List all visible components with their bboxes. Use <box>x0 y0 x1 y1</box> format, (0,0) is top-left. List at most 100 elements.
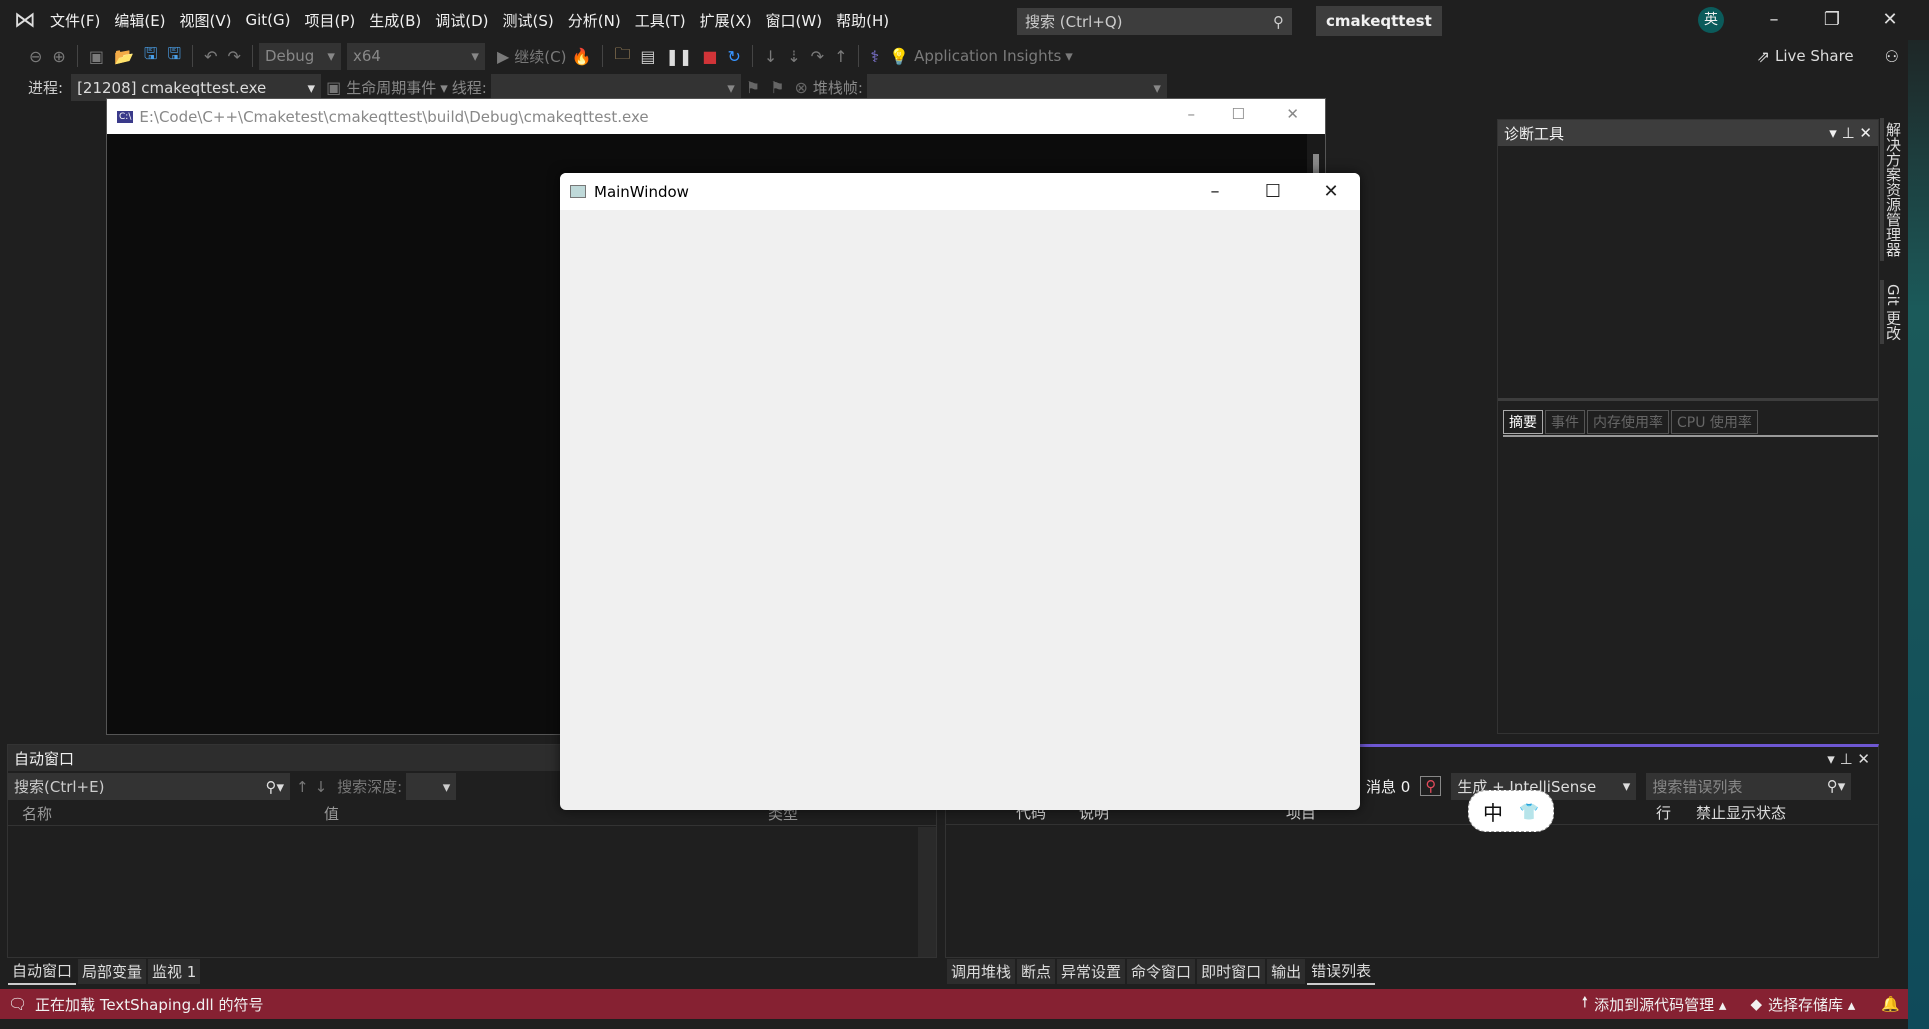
tab-events[interactable]: 事件 <box>1545 410 1585 434</box>
filter-icon[interactable]: ⚲ <box>1420 776 1442 796</box>
restart-icon[interactable]: ↻ <box>727 47 740 66</box>
tab-cpu[interactable]: CPU 使用率 <box>1671 410 1758 434</box>
undo-icon[interactable]: ↶ <box>204 47 217 66</box>
mainwindow-close-button[interactable]: ✕ <box>1302 173 1360 210</box>
ime-language-indicator[interactable]: 英 <box>1698 7 1724 33</box>
redo-icon[interactable]: ↷ <box>228 47 241 66</box>
ime-mode[interactable]: 中 <box>1483 797 1503 826</box>
thread-select[interactable]: ▾ <box>490 74 741 101</box>
menu-extensions[interactable]: 扩展(X) <box>700 10 752 31</box>
messages-filter[interactable]: 消息 0 <box>1366 776 1410 797</box>
tab-error-list[interactable]: 错误列表 <box>1307 958 1376 985</box>
column-value[interactable]: 值 <box>324 803 339 824</box>
menu-project[interactable]: 项目(P) <box>305 10 356 31</box>
console-minimize-button[interactable]: – <box>1188 105 1196 123</box>
stop-icon[interactable]: ■ <box>702 47 717 66</box>
tab-summary[interactable]: 摘要 <box>1503 410 1543 434</box>
menu-edit[interactable]: 编辑(E) <box>114 10 165 31</box>
pin-icon[interactable]: ⊥ <box>1840 750 1853 768</box>
menu-test[interactable]: 测试(S) <box>503 10 554 31</box>
menu-view[interactable]: 视图(V) <box>180 10 232 31</box>
notifications-icon[interactable]: 🔔 <box>1881 995 1900 1013</box>
menu-build[interactable]: 生成(B) <box>369 10 421 31</box>
platform-select[interactable]: x64 ▾ <box>346 42 485 70</box>
new-project-icon[interactable]: ▣ <box>89 47 104 66</box>
step-into-icon[interactable]: ↓ <box>764 47 777 66</box>
vertical-scrollbar[interactable] <box>918 827 936 957</box>
live-share-button[interactable]: Live Share <box>1775 47 1854 65</box>
menu-git[interactable]: Git(G) <box>246 11 291 29</box>
menu-help[interactable]: 帮助(H) <box>836 10 889 31</box>
console-maximize-button[interactable]: ☐ <box>1232 105 1245 123</box>
close-icon[interactable]: ✕ <box>1859 124 1872 142</box>
find-in-files-icon[interactable]: 🗀 <box>614 43 630 70</box>
continue-button[interactable]: 继续(C) <box>514 46 566 67</box>
debug-location-toolbar: 进程: [21208] cmakeqttest.exe ▾ ▣ 生命周期事件 ▾ 线… <box>0 74 1929 101</box>
tab-command-window[interactable]: 命令窗口 <box>1127 959 1196 984</box>
forward-icon[interactable]: ⊕ <box>52 47 65 66</box>
column-suppression[interactable]: 禁止显示状态 <box>1696 802 1786 823</box>
menu-file[interactable]: 文件(F) <box>50 10 100 31</box>
console-close-button[interactable]: ✕ <box>1286 105 1299 123</box>
thread-label: 线程: <box>451 79 487 97</box>
menu-window[interactable]: 窗口(W) <box>766 10 823 31</box>
diagnostics-icon[interactable]: ⚕ <box>870 47 879 66</box>
search-depth-select[interactable]: ▾ <box>406 773 457 800</box>
tab-immediate-window[interactable]: 即时窗口 <box>1197 959 1266 984</box>
solution-explorer-tab[interactable]: 解决方案资源管理器 <box>1880 118 1902 261</box>
stack-frame-select[interactable]: ▾ <box>866 74 1167 101</box>
flag-threads-icon[interactable]: ⚑ <box>770 78 784 97</box>
global-search-input[interactable]: 搜索 (Ctrl+Q) ⚲ <box>1017 8 1292 35</box>
autos-search-input[interactable]: 搜索(Ctrl+E) ⚲▾ <box>8 773 290 800</box>
select-repository-button[interactable]: 选择存储库 ▴ <box>1768 994 1855 1015</box>
qt-main-window[interactable]: MainWindow – ☐ ✕ <box>560 173 1360 810</box>
tab-call-stack[interactable]: 调用堆栈 <box>947 959 1016 984</box>
tab-output[interactable]: 输出 <box>1267 959 1306 984</box>
mainwindow-minimize-button[interactable]: – <box>1186 173 1244 210</box>
tab-memory[interactable]: 内存使用率 <box>1587 410 1669 434</box>
configuration-select[interactable]: Debug ▾ <box>258 42 341 70</box>
save-all-icon[interactable]: 🖫 <box>168 43 182 70</box>
hot-reload-icon[interactable]: 🔥 <box>571 47 591 66</box>
hide-frames-icon[interactable]: ⊗ <box>794 78 807 97</box>
close-button[interactable]: ✕ <box>1870 6 1910 34</box>
menu-tools[interactable]: 工具(T) <box>635 10 686 31</box>
restore-button[interactable]: ❐ <box>1812 6 1852 34</box>
tab-autos[interactable]: 自动窗口 <box>8 958 77 985</box>
ime-toolbar[interactable]: 中 👕 <box>1468 790 1554 832</box>
mainwindow-maximize-button[interactable]: ☐ <box>1244 173 1302 210</box>
column-name[interactable]: 名称 <box>22 803 52 824</box>
tab-breakpoints[interactable]: 断点 <box>1017 959 1056 984</box>
close-icon[interactable]: ✕ <box>1857 750 1870 768</box>
error-search-input[interactable]: 搜索错误列表 ⚲▾ <box>1646 772 1852 800</box>
search-down-icon[interactable]: ↓ <box>315 778 328 796</box>
git-changes-tab[interactable]: Git 更改 <box>1880 279 1902 345</box>
pause-icon[interactable]: ❚❚ <box>666 47 693 66</box>
save-icon[interactable]: 🖫 <box>144 43 158 70</box>
menu-analyze[interactable]: 分析(N) <box>568 10 621 31</box>
minimize-button[interactable]: – <box>1754 6 1794 34</box>
step-out-icon[interactable]: ↷ <box>811 47 824 66</box>
back-icon[interactable]: ⊖ <box>29 47 42 66</box>
ime-skin-icon[interactable]: 👕 <box>1519 802 1539 821</box>
flag-icon[interactable]: ⚑ <box>746 78 760 97</box>
open-folder-icon[interactable]: 📂 <box>114 47 134 66</box>
column-line[interactable]: 行 <box>1656 802 1671 823</box>
step-over-icon[interactable]: ⇣ <box>787 47 800 66</box>
dropdown-icon[interactable]: ▾ <box>1827 750 1835 768</box>
tab-watch1[interactable]: 监视 1 <box>148 959 201 984</box>
application-insights-button[interactable]: Application Insights <box>914 47 1061 65</box>
tab-locals[interactable]: 局部变量 <box>78 959 147 984</box>
window-layout-icon[interactable]: ▤ <box>640 47 655 66</box>
search-up-icon[interactable]: ↑ <box>296 778 309 796</box>
process-label: 进程: <box>28 79 64 97</box>
process-select[interactable]: [21208] cmakeqttest.exe ▾ <box>71 74 322 101</box>
tab-exception-settings[interactable]: 异常设置 <box>1057 959 1126 984</box>
feedback-icon[interactable]: ⚇ <box>1885 47 1899 66</box>
step-up-icon[interactable]: ↑ <box>834 47 847 66</box>
dropdown-icon[interactable]: ▾ <box>1829 124 1837 142</box>
add-to-source-control-button[interactable]: 添加到源代码管理 ▴ <box>1594 994 1726 1015</box>
lifecycle-events-button[interactable]: 生命周期事件 <box>346 77 436 98</box>
pin-icon[interactable]: ⊥ <box>1842 124 1855 142</box>
menu-debug[interactable]: 调试(D) <box>435 10 488 31</box>
